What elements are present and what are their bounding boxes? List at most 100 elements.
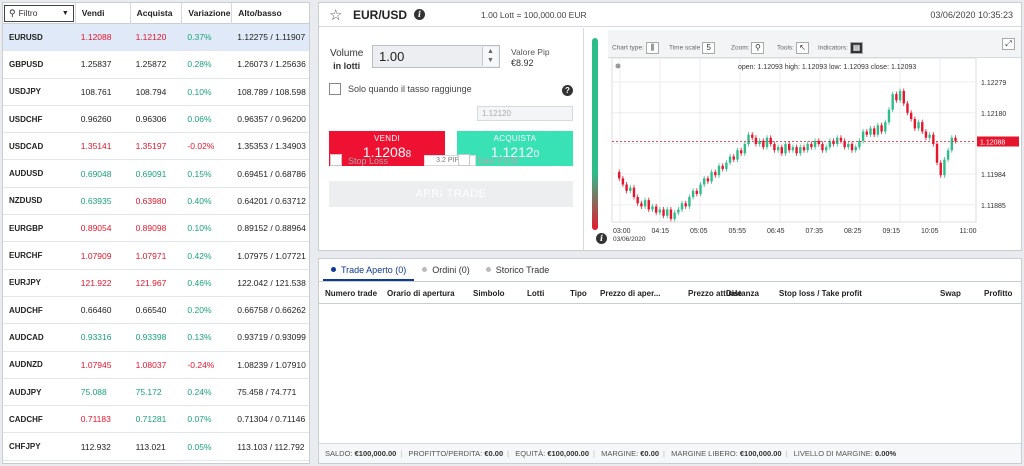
tab-positions-2[interactable]: Storico Trade xyxy=(478,259,558,281)
quote-bid[interactable]: 0.89054 xyxy=(75,223,130,233)
quote-ask[interactable]: 0.89098 xyxy=(130,223,182,233)
quote-row[interactable]: AUDUSD 0.69048 0.69091 0.15% 0.69451 / 0.687… xyxy=(3,160,309,188)
tp-checkbox[interactable] xyxy=(458,154,470,166)
chart-info-icon[interactable]: i xyxy=(596,233,607,244)
fullscreen-icon[interactable]: ⤢ xyxy=(1002,38,1015,50)
column-header[interactable]: Swap xyxy=(940,289,961,298)
quotes-header: ⚲ Filtro ▼ Vendi Acquista Variazione Alt… xyxy=(3,3,309,24)
quote-bid[interactable]: 0.69048 xyxy=(75,169,130,179)
zoom-icon[interactable]: ⚲ xyxy=(751,42,765,54)
quote-ask[interactable]: 1.35197 xyxy=(130,141,182,151)
quote-highlow: 1.26073 / 1.25636 xyxy=(237,59,306,70)
quote-row[interactable]: NZDUSD 0.63935 0.63980 0.40% 0.64201 / 0.637… xyxy=(3,188,309,216)
price-chart[interactable]: Chart type: ⫼ Time scale 5 Zoom: ⚲ Tools: ↖ … xyxy=(608,30,1021,247)
quote-change: 0.46% xyxy=(187,277,212,288)
column-header-highlow[interactable]: Alto/basso xyxy=(231,3,309,24)
limit-rate-input[interactable]: 1.12120 xyxy=(477,106,573,121)
volume-input[interactable]: 1.00 xyxy=(372,45,500,68)
quote-bid[interactable]: 0.66460 xyxy=(75,305,130,315)
quote-ask[interactable]: 113.021 xyxy=(130,442,182,452)
quote-bid[interactable]: 0.71183 xyxy=(75,414,130,424)
quote-row[interactable]: AUDJPY 75.088 75.172 0.24% 75.458 / 74.771 xyxy=(3,379,309,407)
quote-row[interactable]: CADJPY80.43380.5160.11%80.576 / 80.302 xyxy=(3,461,309,463)
quote-row[interactable]: EURJPY 121.922 121.967 0.46% 122.042 / 121.5… xyxy=(3,270,309,297)
column-header[interactable]: Distanza xyxy=(726,289,759,298)
trade-header: ☆ EUR/USD i 1.00 Lott = 100,000.00 EUR 0… xyxy=(319,3,1021,27)
candle-body xyxy=(625,184,628,191)
info-icon[interactable]: i xyxy=(414,9,426,20)
quote-ask[interactable]: 0.93398 xyxy=(130,332,182,342)
quote-bid[interactable]: 112.932 xyxy=(75,442,130,452)
help-icon[interactable]: ? xyxy=(562,85,573,96)
sl-checkbox[interactable] xyxy=(330,154,342,166)
quote-ask[interactable]: 75.172 xyxy=(130,387,182,397)
quote-bid[interactable]: 0.93316 xyxy=(75,332,130,342)
cursor-icon[interactable]: ↖ xyxy=(795,42,809,54)
quote-row[interactable]: AUDNZD 1.07945 1.08037 -0.24% 1.08239 / 1.07… xyxy=(3,352,309,379)
quote-bid[interactable]: 1.25837 xyxy=(75,59,130,69)
quote-row[interactable]: AUDCAD 0.93316 0.93398 0.13% 0.93719 / 0.930… xyxy=(3,324,309,352)
column-header[interactable]: Orario di apertura xyxy=(387,289,455,298)
column-header[interactable]: Numero trade xyxy=(325,289,377,298)
quote-ask[interactable]: 1.12120 xyxy=(130,32,182,42)
quote-ask[interactable]: 0.63980 xyxy=(130,196,182,206)
candle-body xyxy=(887,109,891,123)
quote-ask[interactable]: 121.967 xyxy=(130,278,182,288)
quote-row[interactable]: EURCHF 1.07909 1.07971 0.42% 1.07975 / 1.077… xyxy=(3,242,309,270)
volume-stepper[interactable]: ▲ ▼ xyxy=(482,47,498,66)
candle-body xyxy=(669,209,673,219)
quote-row[interactable]: USDCAD 1.35141 1.35197 -0.02% 1.35353 / 1.34… xyxy=(3,133,309,161)
column-header[interactable]: Stop loss / Take profit xyxy=(779,289,862,298)
time-scale-button[interactable]: 5 xyxy=(702,42,716,54)
column-header[interactable]: Lotti xyxy=(527,289,544,298)
open-trade-button[interactable]: APRI TRADE xyxy=(329,181,573,207)
quote-bid[interactable]: 1.35141 xyxy=(75,141,130,151)
quote-highlow: 1.07975 / 1.07721 xyxy=(237,250,306,261)
quote-row[interactable]: USDCHF 0.96260 0.96306 0.06% 0.96357 / 0.962… xyxy=(3,106,309,134)
quote-row[interactable]: USDJPY 108.761 108.794 0.10% 108.789 / 108.5… xyxy=(3,79,309,106)
candlestick-icon[interactable]: ⫼ xyxy=(645,42,659,54)
quote-ask[interactable]: 0.66540 xyxy=(130,305,182,315)
column-header-ask[interactable]: Acquista xyxy=(129,3,182,24)
limit-checkbox[interactable] xyxy=(329,83,341,95)
quote-ask[interactable]: 1.07971 xyxy=(130,251,182,261)
column-header[interactable]: Profitto xyxy=(984,289,1012,298)
tab-dot-icon xyxy=(422,267,428,272)
quote-row[interactable]: AUDCHF 0.66460 0.66540 0.20% 0.66758 / 0.662… xyxy=(3,297,309,325)
quote-bid[interactable]: 121.922 xyxy=(75,278,130,288)
quote-bid[interactable]: 75.088 xyxy=(75,387,130,397)
candle-body xyxy=(618,172,621,179)
quote-bid[interactable]: 108.761 xyxy=(75,87,130,97)
quote-row[interactable]: EURGBP 0.89054 0.89098 0.10% 0.89152 / 0.889… xyxy=(3,215,309,243)
quote-change: 0.05% xyxy=(187,441,212,452)
tab-positions-1[interactable]: Ordini (0) xyxy=(414,259,478,281)
star-icon[interactable]: ☆ xyxy=(329,6,349,24)
column-header-change[interactable]: Variazione xyxy=(181,3,231,24)
quote-bid[interactable]: 1.07909 xyxy=(75,251,130,261)
tab-positions-0[interactable]: Trade Aperto (0) xyxy=(323,259,415,281)
filter-input[interactable]: ⚲ Filtro ▼ xyxy=(4,4,74,22)
candlestick-chart[interactable]: 1.122791.121801.120821.119841.11885open:… xyxy=(608,58,1021,247)
column-header[interactable]: Tipo xyxy=(570,289,587,298)
quote-row[interactable]: CHFJPY 112.932 113.021 0.05% 113.103 / 112.7… xyxy=(3,433,309,461)
quote-bid[interactable]: 1.12088 xyxy=(75,32,130,42)
quote-bid[interactable]: 0.96260 xyxy=(75,114,130,124)
chart-area: i Chart type: ⫼ Time scale 5 Zoom: ⚲ Tools:… xyxy=(583,28,1022,250)
chevron-down-icon[interactable]: ▼ xyxy=(483,56,498,65)
quote-ask[interactable]: 0.96306 xyxy=(130,114,182,124)
quote-ask[interactable]: 1.25872 xyxy=(130,59,182,69)
quote-row[interactable]: GBPUSD 1.25837 1.25872 0.28% 1.26073 / 1.256… xyxy=(3,51,309,79)
quote-row[interactable]: CADCHF 0.71183 0.71281 0.07% 0.71304 / 0.711… xyxy=(3,406,309,434)
column-header[interactable]: Simbolo xyxy=(473,289,505,298)
quote-row[interactable]: EURUSD 1.12088 1.12120 0.37% 1.12275 / 1.119… xyxy=(3,24,309,52)
quote-ask[interactable]: 108.794 xyxy=(130,87,182,97)
quote-ask[interactable]: 0.71281 xyxy=(130,414,182,424)
column-header[interactable]: Prezzo di aper... xyxy=(600,289,660,298)
indicators-icon[interactable]: ▦ xyxy=(850,42,863,54)
quote-bid[interactable]: 0.63935 xyxy=(75,196,130,206)
quote-ask[interactable]: 1.08037 xyxy=(130,360,182,370)
chevron-up-icon[interactable]: ▲ xyxy=(483,47,498,56)
quote-bid[interactable]: 1.07945 xyxy=(75,360,130,370)
quote-ask[interactable]: 0.69091 xyxy=(130,169,182,179)
column-header-bid[interactable]: Vendi xyxy=(74,3,130,24)
